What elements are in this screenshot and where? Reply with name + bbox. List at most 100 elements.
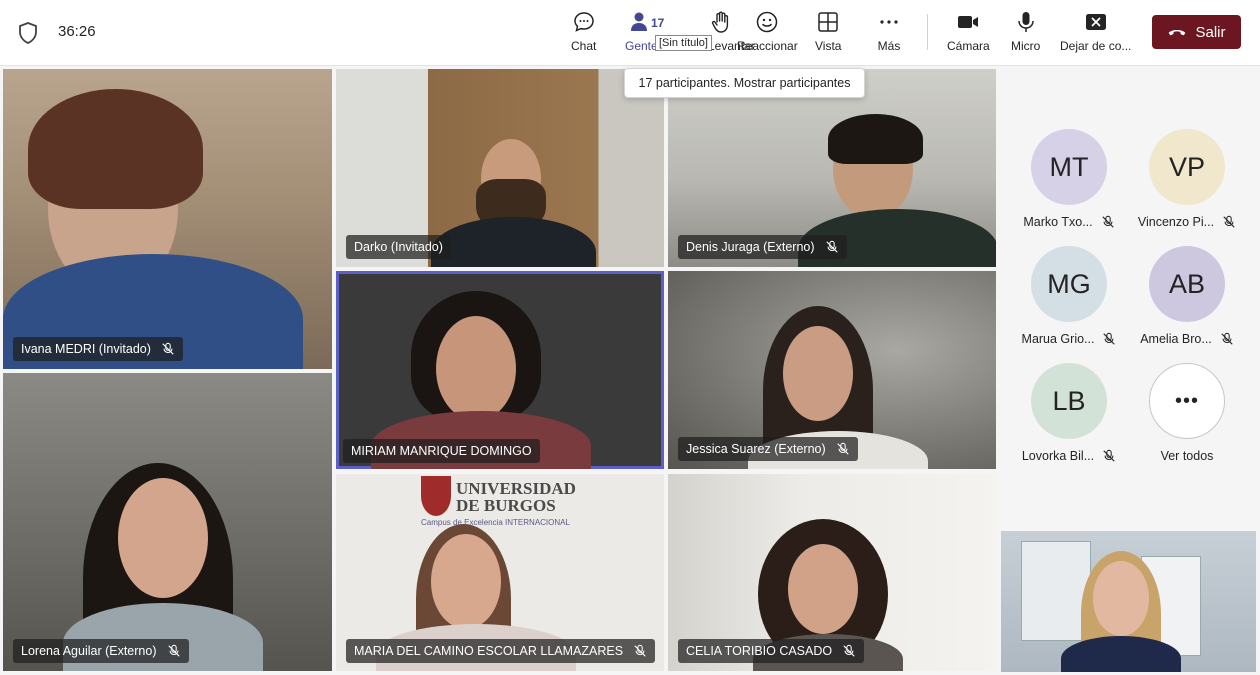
participant-hair <box>828 114 923 164</box>
participant-name: Ivana MEDRI (Invitado) <box>21 342 151 356</box>
toolbar-divider <box>927 14 928 50</box>
camera-button[interactable]: Cámara <box>947 10 990 60</box>
participant-face <box>436 316 516 421</box>
stop-share-icon <box>1085 14 1106 30</box>
roster-participant[interactable]: MT Marko Txo... <box>1014 129 1124 229</box>
untitled-tooltip: [Sin título] <box>655 35 712 51</box>
avatar-name-row: Marua Grio... <box>1022 332 1117 346</box>
mic-off-icon <box>167 644 180 657</box>
avatar: AB <box>1149 246 1225 322</box>
video-tile[interactable]: CELIA TORIBIO CASADO <box>668 474 996 671</box>
mic-label: Micro <box>1011 39 1041 53</box>
mic-off-icon <box>825 240 838 253</box>
mic-button[interactable]: Micro <box>1011 10 1040 60</box>
more-button[interactable]: Más <box>877 10 901 60</box>
participant-nametag: MIRIAM MANRIQUE DOMINGO <box>343 439 540 463</box>
participant-name: CELIA TORIBIO CASADO <box>686 644 833 658</box>
participant-face <box>1093 561 1149 636</box>
view-label: Vista <box>815 39 842 53</box>
participant-name: Marua Grio... <box>1021 332 1095 346</box>
participant-nametag: Darko (Invitado) <box>346 235 451 259</box>
avatar: LB <box>1031 363 1107 439</box>
mic-off-icon <box>1103 449 1115 462</box>
see-all-participants-button[interactable]: ••• Ver todos <box>1132 363 1242 463</box>
people-count-badge: 17 <box>651 16 665 30</box>
participant-face <box>783 326 853 421</box>
shield-icon <box>19 22 37 44</box>
participant-hair <box>28 89 203 209</box>
university-name: UNIVERSIDAD DE BURGOS <box>456 479 576 515</box>
smiley-icon <box>757 11 778 33</box>
see-all-label: Ver todos <box>1160 449 1214 463</box>
roster-participant[interactable]: AB Amelia Bro... <box>1132 246 1242 346</box>
avatar-name-row: Amelia Bro... <box>1140 332 1234 346</box>
meeting-timer: 36:26 <box>58 23 96 40</box>
video-tile[interactable]: Lorena Aguilar (Externo) <box>3 373 332 671</box>
participant-name: Amelia Bro... <box>1140 332 1212 346</box>
roster-participant[interactable]: LB Lovorka Bil... <box>1014 363 1124 463</box>
avatar: MG <box>1031 246 1107 322</box>
more-icon <box>880 20 898 24</box>
participant-nametag: Jessica Suarez (Externo) <box>678 437 858 461</box>
participant-name: Vincenzo Pi... <box>1137 215 1215 229</box>
participant-nametag: Ivana MEDRI (Invitado) <box>13 337 183 361</box>
avatar: MT <box>1031 129 1107 205</box>
meeting-toolbar: 36:26 Chat 17 Gente Levantar Reaccionar … <box>0 0 1260 66</box>
mic-off-icon <box>634 644 646 657</box>
microphone-icon <box>1017 12 1034 32</box>
video-tile[interactable]: UNIVERSIDAD DE BURGOS Campus de Excelenc… <box>336 474 664 671</box>
stop-sharing-label: Dejar de co... <box>1060 39 1132 53</box>
video-tile-active-speaker[interactable]: MIRIAM MANRIQUE DOMINGO <box>336 271 664 469</box>
video-tile[interactable]: Jessica Suarez (Externo) <box>668 271 996 469</box>
people-icon <box>631 12 648 31</box>
hang-up-icon <box>1169 30 1186 36</box>
grid-view-icon <box>818 12 838 32</box>
video-tile[interactable]: Denis Juraga (Externo) <box>668 69 996 267</box>
mic-off-icon <box>162 342 174 355</box>
chat-label: Chat <box>571 39 597 53</box>
participant-nametag: CELIA TORIBIO CASADO <box>678 639 865 663</box>
leave-button[interactable]: Salir <box>1152 15 1241 49</box>
mic-off-icon <box>1221 332 1233 345</box>
participant-name: Lorena Aguilar (Externo) <box>21 644 157 658</box>
participant-name: Marko Txo... <box>1023 215 1093 229</box>
react-button[interactable]: Reaccionar <box>737 10 798 60</box>
avatar-name-row: Vincenzo Pi... <box>1138 215 1236 229</box>
avatar: VP <box>1149 129 1225 205</box>
participant-face <box>788 544 858 634</box>
people-label: Gente <box>625 39 658 53</box>
avatar-name-row: Lovorka Bil... <box>1022 449 1116 463</box>
roster-participant[interactable]: MG Marua Grio... <box>1014 246 1124 346</box>
participant-name: MIRIAM MANRIQUE DOMINGO <box>351 444 532 458</box>
stop-sharing-button[interactable]: Dejar de co... <box>1060 10 1131 60</box>
participant-nametag: Denis Juraga (Externo) <box>678 235 847 259</box>
roster-participant[interactable]: VP Vincenzo Pi... <box>1132 129 1242 229</box>
view-button[interactable]: Vista <box>815 10 841 60</box>
video-tile[interactable]: Darko (Invitado) <box>336 69 664 267</box>
react-label: Reaccionar <box>737 39 798 53</box>
more-label: Más <box>877 39 901 53</box>
participants-tooltip: 17 participantes. Mostrar participantes <box>624 68 865 98</box>
university-crest-icon <box>421 476 451 516</box>
mic-off-icon <box>1223 215 1235 228</box>
camera-icon <box>958 16 979 28</box>
participant-name: Lovorka Bil... <box>1021 449 1095 463</box>
avatar-name-row: Marko Txo... <box>1023 215 1114 229</box>
leave-label: Salir <box>1195 23 1226 41</box>
more-icon: ••• <box>1149 363 1225 439</box>
participant-face <box>431 534 501 629</box>
participant-nametag: MARIA DEL CAMINO ESCOLAR LLAMAZARES <box>346 639 656 663</box>
camera-label: Cámara <box>947 39 990 53</box>
mic-off-icon <box>843 644 855 657</box>
campus-label: Campus de Excelencia INTERNACIONAL <box>421 518 570 527</box>
mic-off-icon <box>1101 215 1114 228</box>
mic-off-icon <box>1103 332 1116 345</box>
participant-face <box>118 478 208 598</box>
participant-name: Denis Juraga (Externo) <box>686 240 815 254</box>
people-button[interactable]: 17 Gente <box>625 10 664 60</box>
chat-button[interactable]: Chat <box>571 10 596 60</box>
self-view-tile[interactable] <box>1001 531 1256 672</box>
participant-name: Darko (Invitado) <box>354 240 443 254</box>
participant-name: Jessica Suarez (Externo) <box>686 442 826 456</box>
video-tile[interactable]: Ivana MEDRI (Invitado) <box>3 69 332 369</box>
